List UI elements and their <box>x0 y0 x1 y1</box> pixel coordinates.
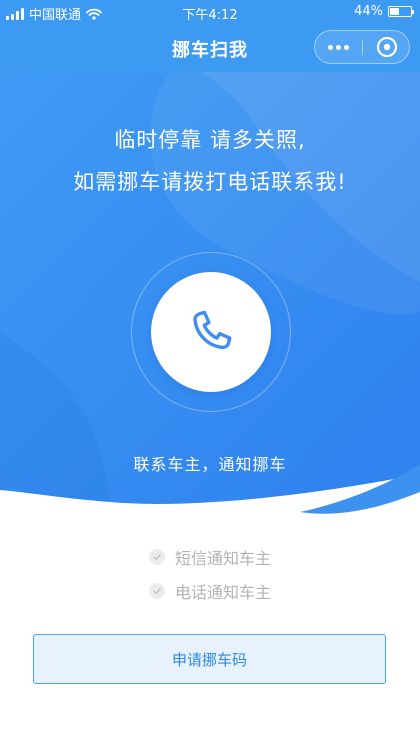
battery-level <box>390 8 399 15</box>
battery-icon <box>388 6 414 17</box>
close-circle-icon[interactable] <box>363 31 410 63</box>
option-phone-notify[interactable]: 电话通知车主 <box>0 579 420 603</box>
option-label: 电话通知车主 <box>174 583 271 602</box>
battery-percent: 44% <box>354 4 383 19</box>
nav-bar: 挪车扫我 <box>0 24 420 72</box>
status-bar: 中国联通 下午4:12 44% <box>0 0 420 24</box>
option-sms-notify[interactable]: 短信通知车主 <box>0 545 420 569</box>
hero-line1: 临时停靠 请多关照, <box>114 128 306 152</box>
call-caption: 联系车主，通知挪车 <box>133 455 287 474</box>
check-icon <box>148 583 165 599</box>
menu-capsule <box>314 30 410 64</box>
option-label: 短信通知车主 <box>174 549 271 568</box>
hero-line2: 如需挪车请拨打电话联系我! <box>73 170 347 194</box>
apply-move-code-button[interactable]: 申请挪车码 <box>33 634 386 684</box>
phone-icon <box>193 310 232 350</box>
call-button[interactable] <box>151 272 271 392</box>
more-dots-icon[interactable] <box>315 31 362 63</box>
check-icon <box>148 549 165 565</box>
hero-panel: 临时停靠 请多关照, 如需挪车请拨打电话联系我! 联系车主，通知挪车 <box>0 72 420 532</box>
status-right: 44% <box>354 4 414 19</box>
